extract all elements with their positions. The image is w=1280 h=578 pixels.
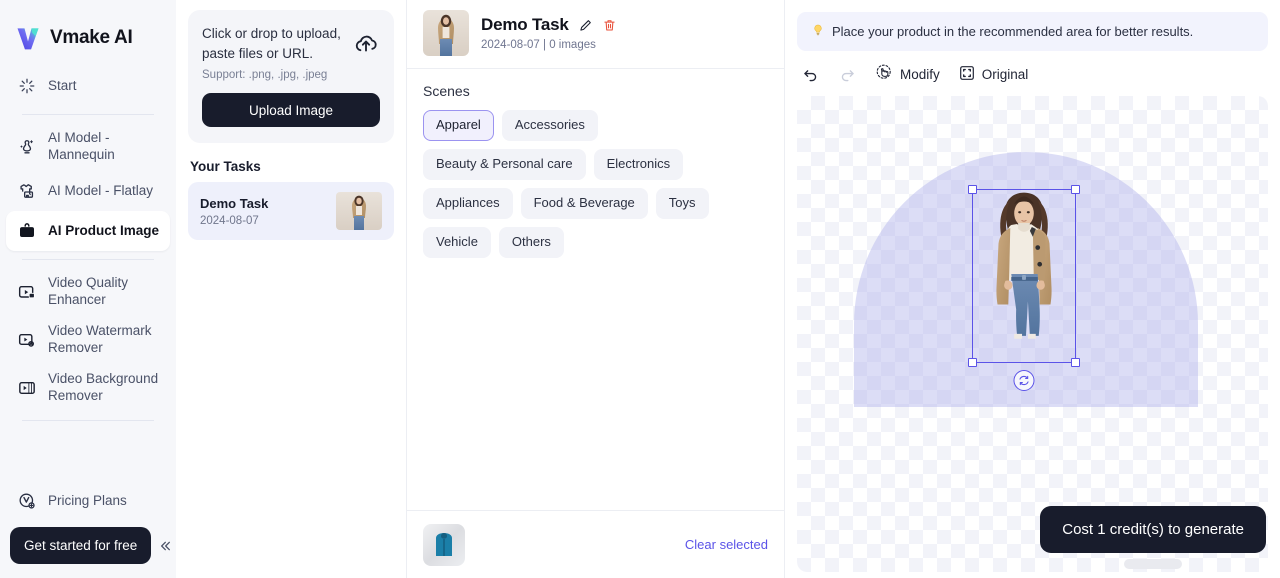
sidebar-item-video-quality-enhancer[interactable]: Video Quality Enhancer	[6, 268, 170, 316]
page-title: Demo Task	[481, 15, 569, 34]
pencil-edit-icon[interactable]	[578, 18, 593, 33]
original-label: Original	[981, 66, 1029, 82]
sidebar-item-ai-model-flatlay[interactable]: AI Model - Flatlay	[6, 171, 170, 211]
rotate-handle-icon[interactable]	[1013, 370, 1035, 391]
upload-header: Click or drop to upload, paste files or …	[202, 24, 380, 81]
video-background-icon	[16, 377, 38, 399]
bottom-scroll-indicator	[1124, 559, 1183, 569]
upload-dropzone[interactable]: Click or drop to upload, paste files or …	[188, 10, 394, 144]
fullscreen-frame-icon	[958, 64, 976, 85]
brand-name: Vmake AI	[50, 27, 133, 48]
upload-support-text: Support: .png, .jpg, .jpeg	[202, 69, 328, 82]
sidebar-item-video-watermark-remover[interactable]: Video Watermark Remover	[6, 316, 170, 364]
task-list-item[interactable]: Demo Task 2024-08-07	[188, 182, 394, 241]
scenes-section: Scenes Apparel Accessories Beauty & Pers…	[407, 69, 784, 510]
generate-area: Cost 1 credit(s) to generate	[1040, 506, 1266, 569]
upload-image-button[interactable]: Upload Image	[202, 93, 380, 128]
your-tasks-heading: Your Tasks	[190, 159, 261, 175]
selected-object-bounding-box[interactable]	[968, 185, 1080, 391]
resize-handle-bottom-right[interactable]	[1071, 358, 1080, 367]
task-info: Demo Task 2024-08-07	[200, 196, 268, 227]
sidebar-item-start[interactable]: Start	[6, 66, 170, 106]
app-root: Vmake AI Start AI Model - Mannequin AI M…	[0, 0, 1280, 578]
tasks-panel: Click or drop to upload, paste files or …	[176, 0, 407, 578]
task-thumbnail	[336, 192, 382, 231]
selection-footer: Clear selected	[407, 510, 784, 578]
resize-handle-top-left[interactable]	[968, 185, 977, 194]
undo-arrow-icon[interactable]	[801, 65, 820, 84]
sidebar-bottom: Pricing Plans Get started for free	[0, 481, 176, 578]
trash-delete-icon[interactable]	[602, 18, 617, 33]
scene-chip-toys[interactable]: Toys	[655, 187, 709, 219]
double-chevron-left-icon[interactable]	[157, 534, 173, 558]
pricing-coin-icon	[16, 490, 38, 512]
scene-chip-vehicle[interactable]: Vehicle	[423, 226, 491, 258]
scene-chip-accessories[interactable]: Accessories	[501, 110, 598, 141]
lightbulb-icon	[811, 23, 825, 40]
task-title-row: Demo Task	[481, 15, 617, 35]
v-logo-icon	[17, 28, 39, 50]
sidebar-item-label: Pricing Plans	[48, 492, 127, 508]
sidebar-nav: Start AI Model - Mannequin AI Model - Fl…	[0, 56, 176, 429]
sidebar-item-label: AI Model - Mannequin	[48, 130, 115, 162]
get-started-button[interactable]: Get started for free	[10, 527, 152, 564]
task-detail-panel: Demo Task 2024-08-07 | 0 images Scenes A…	[407, 0, 785, 578]
sidebar-item-video-background-remover[interactable]: Video Background Remover	[6, 364, 170, 412]
task-header-thumbnail	[423, 10, 469, 56]
modify-label: Modify	[900, 66, 940, 82]
editor-panel: Place your product in the recommended ar…	[785, 0, 1280, 578]
sidebar-item-ai-model-mannequin[interactable]: AI Model - Mannequin	[6, 123, 170, 171]
scene-chip-electronics[interactable]: Electronics	[593, 148, 684, 180]
sidebar-cta-row: Get started for free	[6, 521, 173, 564]
task-name: Demo Task	[200, 195, 269, 211]
scenes-heading: Scenes	[423, 83, 470, 99]
canvas-wrapper	[797, 96, 1268, 572]
sidebar-item-pricing-plans[interactable]: Pricing Plans	[6, 481, 170, 521]
sidebar-divider-2	[22, 259, 154, 260]
generate-button[interactable]: Cost 1 credit(s) to generate	[1040, 506, 1266, 553]
tip-text: Place your product in the recommended ar…	[832, 24, 1194, 39]
task-header-text: Demo Task 2024-08-07 | 0 images	[481, 15, 617, 51]
redo-arrow-icon[interactable]	[838, 65, 857, 84]
sidebar-divider-3	[22, 420, 154, 421]
video-watermark-icon	[16, 329, 38, 351]
scene-chip-beauty-personal-care[interactable]: Beauty & Personal care	[423, 148, 586, 180]
modify-cursor-icon	[875, 63, 894, 85]
selected-scene-thumbnail[interactable]	[423, 523, 465, 566]
sidebar-item-label: Video Watermark Remover	[48, 323, 152, 355]
brand: Vmake AI	[0, 0, 176, 56]
modify-tool-button[interactable]: Modify	[875, 63, 940, 85]
sidebar-item-label: AI Model - Flatlay	[48, 182, 154, 198]
sidebar: Vmake AI Start AI Model - Mannequin AI M…	[0, 0, 176, 578]
task-date: 2024-08-07	[200, 214, 259, 227]
sidebar-item-label: Start	[48, 77, 77, 93]
subject-cutout-image	[996, 192, 1052, 339]
scene-chip-food-beverage[interactable]: Food & Beverage	[520, 187, 648, 219]
bag-icon	[16, 220, 38, 242]
tip-banner: Place your product in the recommended ar…	[797, 12, 1268, 51]
scene-chip-apparel[interactable]: Apparel	[423, 110, 494, 141]
cloud-upload-icon	[352, 30, 380, 63]
sidebar-item-label: AI Product Image	[48, 222, 160, 238]
scene-chip-others[interactable]: Others	[498, 226, 564, 258]
sidebar-item-label: Video Quality Enhancer	[48, 275, 129, 307]
scene-chip-appliances[interactable]: Appliances	[423, 187, 513, 219]
editor-toolbar: Modify Original	[797, 51, 1268, 96]
resize-handle-bottom-left[interactable]	[968, 358, 977, 367]
sidebar-item-label: Video Background Remover	[48, 371, 159, 403]
upload-title: Click or drop to upload, paste files or …	[202, 26, 341, 61]
task-meta: 2024-08-07 | 0 images	[481, 39, 596, 51]
resize-handle-top-right[interactable]	[1071, 185, 1080, 194]
sidebar-item-ai-product-image[interactable]: AI Product Image	[6, 211, 170, 251]
mannequin-icon	[16, 136, 38, 158]
flatlay-shirt-icon	[16, 180, 38, 202]
sparkle-icon	[16, 75, 38, 97]
original-view-button[interactable]: Original	[958, 64, 1029, 85]
clear-selected-link[interactable]: Clear selected	[685, 537, 768, 552]
sidebar-divider-1	[22, 114, 154, 115]
scene-chip-list: Apparel Accessories Beauty & Personal ca…	[423, 110, 768, 258]
video-4k-icon	[16, 281, 38, 303]
task-detail-header: Demo Task 2024-08-07 | 0 images	[407, 0, 784, 69]
editor-canvas[interactable]	[797, 96, 1268, 572]
